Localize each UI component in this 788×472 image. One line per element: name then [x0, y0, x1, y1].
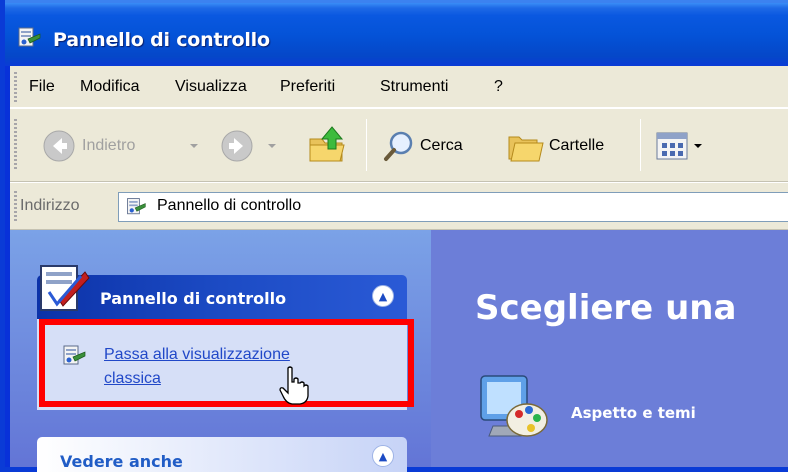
control-panel-section-title: Pannello di controllo: [100, 289, 287, 308]
address-value: Pannello di controllo: [157, 197, 302, 214]
forward-arrow-icon: [221, 130, 253, 162]
content-area: Pannello di controllo ▲ Passa alla visua…: [10, 230, 788, 472]
menu-view[interactable]: Visualizza: [175, 78, 247, 96]
control-panel-section-header[interactable]: Pannello di controllo ▲: [37, 275, 407, 319]
menu-bar: File Modifica Visualizza Preferiti Strum…: [10, 66, 788, 108]
forward-button[interactable]: [220, 129, 254, 163]
collapse-chevron-icon[interactable]: ▲: [372, 445, 394, 467]
control-panel-icon: [18, 27, 41, 47]
folders-label: Cartelle: [549, 137, 605, 154]
main-pane: Scegliere una Aspetto e temi: [431, 230, 788, 467]
link-line-1: Passa alla visualizzazione: [104, 346, 290, 363]
explorer-window: Pannello di controllo File Modifica Visu…: [0, 0, 788, 472]
folders-button[interactable]: Cartelle: [507, 129, 604, 163]
window-title: Pannello di controllo: [53, 29, 270, 51]
menubar-grip[interactable]: [14, 72, 17, 102]
up-folder-icon[interactable]: [308, 125, 350, 165]
menu-file[interactable]: File: [29, 78, 55, 96]
appearance-themes-label[interactable]: Aspetto e temi: [571, 404, 696, 422]
menu-help[interactable]: ?: [494, 78, 503, 96]
address-bar: Indirizzo Pannello di controllo: [10, 182, 788, 230]
see-also-section-title: Vedere anche: [60, 452, 183, 471]
views-icon[interactable]: [655, 131, 689, 161]
forward-dropdown-arrow[interactable]: [268, 144, 276, 148]
views-dropdown-arrow[interactable]: [694, 144, 702, 148]
addressbar-grip[interactable]: [14, 191, 17, 221]
search-label: Cerca: [420, 137, 463, 154]
link-line-2: classica: [104, 370, 161, 387]
control-panel-icon: [40, 265, 90, 311]
back-arrow-icon: [43, 130, 75, 162]
back-label: Indietro: [82, 137, 136, 154]
hand-cursor-icon: [279, 366, 309, 405]
title-bar[interactable]: Pannello di controllo: [5, 0, 788, 66]
menu-favorites[interactable]: Preferiti: [280, 78, 335, 96]
task-pane: Pannello di controllo ▲ Passa alla visua…: [10, 230, 431, 472]
back-button[interactable]: Indietro: [42, 129, 135, 163]
control-panel-icon: [127, 198, 146, 215]
toolbar-grip[interactable]: [14, 119, 17, 171]
collapse-chevron-icon[interactable]: ▲: [372, 285, 394, 307]
address-input[interactable]: Pannello di controllo: [118, 192, 788, 222]
menu-tools[interactable]: Strumenti: [380, 78, 448, 96]
back-dropdown-arrow[interactable]: [190, 144, 198, 148]
toolbar-separator-2: [640, 119, 641, 171]
main-heading: Scegliere una: [475, 288, 737, 328]
see-also-section-header[interactable]: Vedere anche ▲: [37, 437, 407, 472]
standard-toolbar: Indietro Cerca Cartelle: [10, 108, 788, 182]
toolbar-separator: [366, 119, 367, 171]
search-icon: [384, 131, 413, 161]
control-panel-icon: [63, 345, 86, 365]
switch-to-classic-view-link[interactable]: Passa alla visualizzazione classica: [104, 343, 364, 391]
appearance-themes-icon[interactable]: [475, 370, 551, 446]
address-label: Indirizzo: [20, 197, 80, 214]
search-button[interactable]: Cerca: [382, 129, 463, 163]
folders-icon: [508, 136, 544, 162]
menu-edit[interactable]: Modifica: [80, 78, 140, 96]
